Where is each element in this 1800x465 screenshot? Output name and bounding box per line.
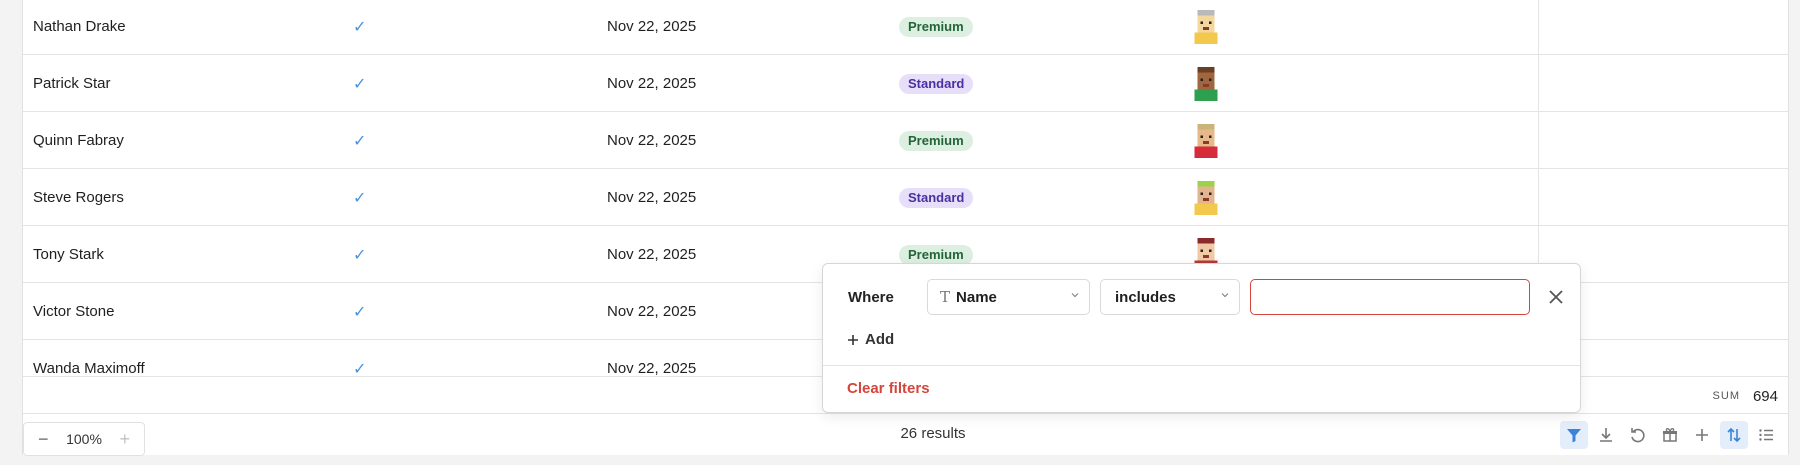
name-cell: Patrick Star (33, 75, 111, 92)
plan-cell: Premium (899, 0, 1019, 55)
add-filter-button[interactable]: Add (847, 331, 894, 348)
check-icon: ✓ (353, 189, 367, 207)
filter-operator-label: includes (1115, 288, 1176, 306)
name-cell: Nathan Drake (33, 18, 126, 35)
download-button[interactable] (1592, 421, 1620, 449)
check-icon: ✓ (353, 246, 367, 264)
filter-button[interactable] (1560, 421, 1588, 449)
close-icon (1549, 290, 1563, 304)
sum-label: SUM (1712, 390, 1740, 402)
zoom-in-button[interactable]: + (119, 430, 130, 448)
add-row-button[interactable] (1688, 421, 1716, 449)
name-cell: Quinn Fabray (33, 132, 124, 149)
plan-cell: Premium (899, 112, 1019, 169)
plan-badge: Premium (899, 16, 973, 37)
filter-popover: Where T Name includes Add Clear filters (822, 263, 1581, 413)
check-icon: ✓ (353, 132, 367, 150)
avatar (1194, 180, 1218, 215)
sum-value: 694 (1752, 388, 1778, 405)
value-cell: 6 (1563, 283, 1788, 340)
filter-icon (1567, 429, 1581, 443)
plan-badge: Premium (899, 244, 973, 265)
filter-value-input[interactable] (1250, 279, 1530, 315)
avatar-cell (1191, 0, 1251, 55)
filter-field-label: Name (956, 288, 997, 306)
add-filter-label: Add (865, 331, 895, 348)
plan-badge: Standard (899, 187, 974, 208)
undo-icon (1631, 428, 1645, 443)
avatar-cell (1191, 169, 1251, 226)
date-cell: Nov 22, 2025 (607, 360, 697, 376)
chevron-down-icon (1071, 293, 1079, 298)
where-label: Where (848, 289, 894, 306)
gift-button[interactable] (1656, 421, 1684, 449)
value-cell: 36 (1563, 112, 1788, 169)
undo-button[interactable] (1624, 421, 1652, 449)
check-icon: ✓ (353, 75, 367, 93)
gift-icon (1663, 428, 1677, 442)
name-cell: Victor Stone (33, 303, 115, 320)
value-cell: 42 (1563, 0, 1788, 55)
list-icon (1759, 429, 1773, 441)
plan-badge: Premium (899, 130, 973, 151)
value-cell: 47 (1563, 340, 1788, 376)
toolbar (1560, 421, 1780, 449)
avatar (1194, 9, 1218, 44)
plus-icon (1696, 429, 1708, 441)
plan-badge: Standard (899, 73, 974, 94)
avatar-cell (1191, 55, 1251, 112)
date-cell: Nov 22, 2025 (607, 246, 697, 263)
date-cell: Nov 22, 2025 (607, 303, 697, 320)
value-cell: 49 (1563, 55, 1788, 112)
name-cell: Wanda Maximoff (33, 360, 145, 376)
date-cell: Nov 22, 2025 (607, 132, 697, 149)
chevron-down-icon (1221, 293, 1229, 298)
plan-cell: Standard (899, 169, 1019, 226)
value-cell: 49 (1563, 226, 1788, 283)
table-row[interactable]: Nathan Drake ✓ Nov 22, 2025 Premium 42 (23, 0, 1788, 55)
filter-operator-select[interactable]: includes (1100, 279, 1240, 315)
list-view-button[interactable] (1752, 421, 1780, 449)
filter-field-select[interactable]: T Name (927, 279, 1090, 315)
avatar-cell (1191, 112, 1251, 169)
clear-filters-button[interactable]: Clear filters (847, 380, 930, 397)
table-row[interactable]: Steve Rogers ✓ Nov 22, 2025 Standard 12 (23, 169, 1788, 226)
grid-footer: − 100% + 26 results (23, 414, 1788, 456)
results-count: 26 results (900, 425, 966, 442)
avatar (1194, 123, 1218, 158)
plus-icon (848, 334, 858, 345)
text-type-icon: T (940, 288, 951, 306)
date-cell: Nov 22, 2025 (607, 189, 697, 206)
date-cell: Nov 22, 2025 (607, 75, 697, 92)
sort-icon (1727, 427, 1741, 443)
zoom-control: − 100% + (23, 422, 145, 456)
check-icon: ✓ (353, 360, 367, 377)
zoom-level: 100% (66, 431, 102, 447)
check-icon: ✓ (353, 18, 367, 36)
value-cell: 12 (1563, 169, 1788, 226)
check-icon: ✓ (353, 303, 367, 321)
name-cell: Tony Stark (33, 246, 104, 263)
table-row[interactable]: Quinn Fabray ✓ Nov 22, 2025 Premium 36 (23, 112, 1788, 169)
popover-divider (823, 365, 1580, 366)
avatar (1194, 66, 1218, 101)
zoom-out-button[interactable]: − (38, 430, 49, 448)
name-cell: Steve Rogers (33, 189, 124, 206)
download-icon (1600, 428, 1612, 442)
date-cell: Nov 22, 2025 (607, 18, 697, 35)
plan-cell: Standard (899, 55, 1019, 112)
sort-button[interactable] (1720, 421, 1748, 449)
remove-filter-button[interactable] (1545, 286, 1567, 308)
table-row[interactable]: Patrick Star ✓ Nov 22, 2025 Standard 49 (23, 55, 1788, 112)
